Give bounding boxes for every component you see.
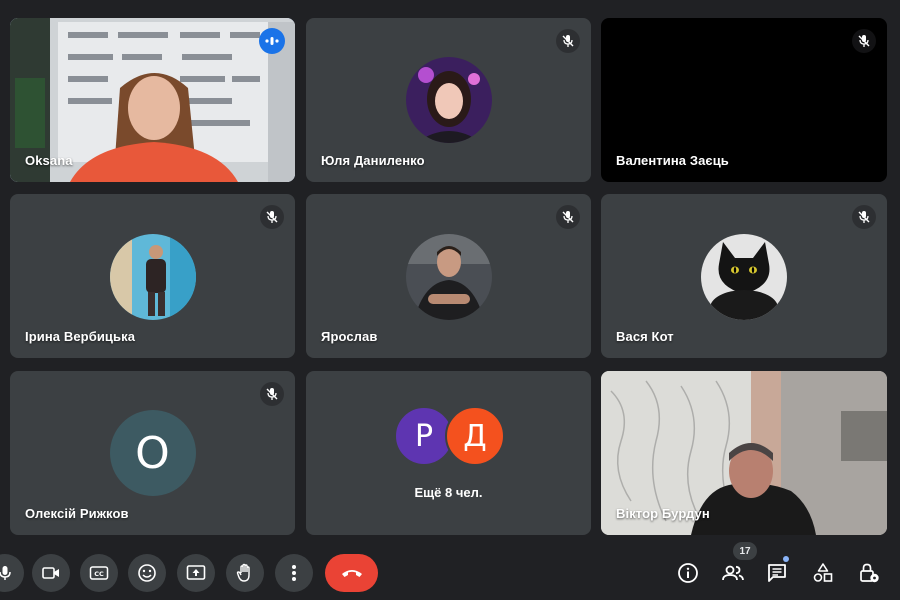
mic-off-icon <box>556 29 580 53</box>
present-button[interactable] <box>177 554 215 592</box>
info-icon <box>678 563 698 583</box>
avatar: О <box>109 410 196 496</box>
more-participants-label: Ещё 8 чел. <box>414 485 483 500</box>
info-button[interactable] <box>674 559 702 587</box>
camera-button[interactable] <box>32 554 70 592</box>
activities-button[interactable] <box>809 559 837 587</box>
host-controls-icon <box>860 563 879 583</box>
participant-name: Валентина Заєць <box>616 153 729 168</box>
participant-name: Віктор Бурдун <box>616 506 710 521</box>
end-call-button[interactable] <box>325 554 378 592</box>
participant-tile[interactable]: Юля Даниленко <box>306 18 591 182</box>
more-participants-tile[interactable]: Р Д Ещё 8 чел. <box>306 371 591 535</box>
participant-tile[interactable]: Вася Кот <box>601 194 887 358</box>
participant-name: Ярослав <box>321 329 378 344</box>
more-options-button[interactable] <box>275 554 313 592</box>
avatar: Д <box>445 406 505 466</box>
mic-off-icon <box>852 29 876 53</box>
svg-text:CC: CC <box>94 570 104 578</box>
mic-off-icon <box>260 382 284 406</box>
mic-icon <box>0 566 11 580</box>
participant-tile[interactable]: Ярослав <box>306 194 591 358</box>
avatar <box>109 234 196 320</box>
participant-name: Oksana <box>25 153 73 168</box>
chat-button[interactable] <box>763 559 791 587</box>
speaking-indicator-icon <box>259 28 285 54</box>
mic-off-icon <box>852 205 876 229</box>
more-options-icon <box>292 565 296 581</box>
camera-icon <box>42 567 59 579</box>
activities-icon <box>813 563 833 582</box>
raise-hand-icon <box>236 563 250 582</box>
raise-hand-button[interactable] <box>226 554 264 592</box>
participant-tile[interactable]: О Олексій Рижков <box>10 371 295 535</box>
end-call-icon <box>341 570 362 577</box>
mic-off-icon <box>556 205 580 229</box>
host-controls-button[interactable] <box>855 559 883 587</box>
participant-name: Ірина Вербицька <box>25 329 136 344</box>
people-icon <box>722 565 744 581</box>
emoji-button[interactable] <box>128 554 166 592</box>
captions-button[interactable]: CC <box>80 554 118 592</box>
participant-name: Вася Кот <box>616 329 674 344</box>
people-button[interactable] <box>719 559 747 587</box>
mic-button[interactable] <box>0 554 24 592</box>
participant-count-badge: 17 <box>733 542 757 560</box>
participant-tile[interactable]: Віктор Бурдун <box>601 371 887 535</box>
avatar <box>405 57 492 143</box>
chat-icon <box>768 564 786 582</box>
participant-tile[interactable]: Валентина Заєць <box>601 18 887 182</box>
captions-icon: CC <box>89 566 109 580</box>
emoji-icon <box>138 564 156 582</box>
present-icon <box>186 565 206 580</box>
participant-tile-oksana[interactable]: Oksana <box>10 18 295 182</box>
participant-tile[interactable]: Ірина Вербицька <box>10 194 295 358</box>
participant-name: Юля Даниленко <box>321 153 425 168</box>
participant-name: Олексій Рижков <box>25 506 129 521</box>
avatar <box>701 234 787 320</box>
mic-off-icon <box>260 205 284 229</box>
avatar <box>405 234 492 320</box>
